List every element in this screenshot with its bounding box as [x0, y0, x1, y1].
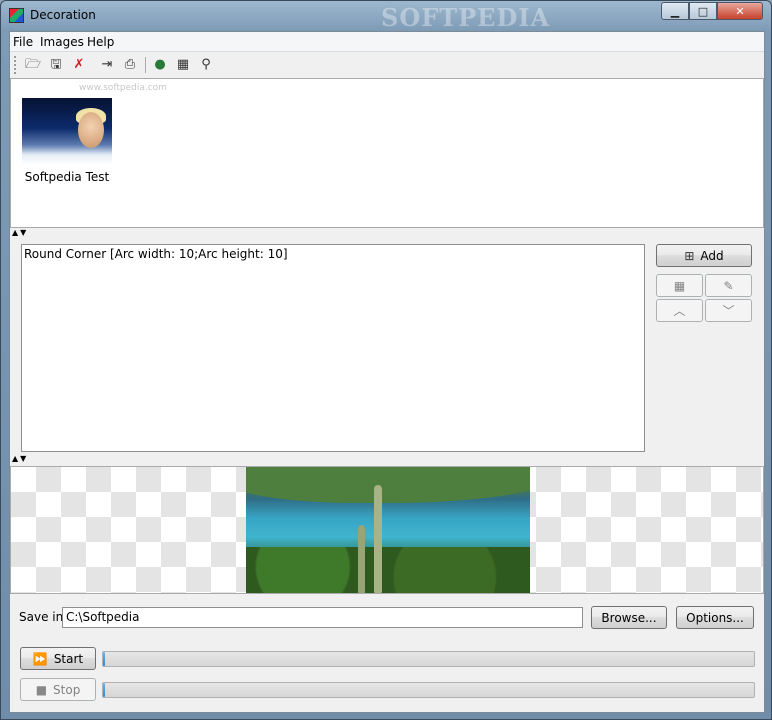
app-icon: [9, 8, 24, 23]
thumbnail-image[interactable]: [22, 98, 112, 165]
menu-file[interactable]: File: [13, 35, 33, 49]
add-icon: ⊞: [684, 248, 695, 263]
splitter-bottom[interactable]: ▲▼: [10, 454, 764, 466]
stop-button[interactable]: ■ Stop: [20, 678, 96, 701]
photo-hill: [246, 467, 530, 503]
thumbnail-panel: www.softpedia.com Softpedia Test: [10, 78, 764, 228]
title-bar[interactable]: Decoration SOFTPEDIA ▁ □ ✕: [1, 1, 771, 32]
decoration-list[interactable]: Round Corner [Arc width: 10;Arc height: …: [21, 244, 645, 452]
photo-trees: [246, 547, 530, 593]
image-preview: [10, 466, 764, 594]
thumbnail-face: [78, 112, 104, 148]
maximize-button[interactable]: □: [689, 2, 717, 20]
toolbar-grip[interactable]: [14, 56, 17, 74]
open-folder-icon[interactable]: 🗁: [24, 56, 42, 74]
thumbnail-label: Softpedia Test: [24, 170, 110, 184]
save-path-field[interactable]: C:\Softpedia: [62, 607, 583, 628]
start-button-label: Start: [53, 651, 84, 666]
toolbar: 🗁 🖫 ✗ ⇥ ⎙ ● ▦ ⚲: [10, 52, 764, 78]
stop-progress-fill: [103, 683, 105, 697]
options-button[interactable]: Options...: [676, 606, 754, 629]
save-icon[interactable]: 🖫: [47, 56, 65, 74]
start-button[interactable]: ⏩ Start: [20, 647, 96, 670]
stop-progress-bar: [102, 682, 755, 698]
remove-icon[interactable]: ✗: [70, 56, 88, 74]
edit-button[interactable]: ✎: [705, 274, 752, 297]
close-button[interactable]: ✕: [717, 2, 763, 20]
add-button-label: Add: [700, 248, 724, 263]
zoom-icon[interactable]: ⚲: [197, 56, 215, 74]
watermark-url: www.softpedia.com: [79, 83, 167, 93]
print-icon[interactable]: ⎙: [121, 56, 139, 74]
edit-grid-button[interactable]: ▦: [656, 274, 703, 297]
menu-help[interactable]: Help: [87, 35, 114, 49]
app-window: Decoration SOFTPEDIA ▁ □ ✕ File Images H…: [0, 0, 772, 720]
photo-cactus: [374, 485, 382, 593]
chevron-down-icon: ﹀: [722, 304, 735, 318]
stop-button-label: Stop: [53, 682, 81, 697]
splitter-top[interactable]: ▲▼: [10, 228, 764, 240]
menu-images[interactable]: Images: [40, 35, 84, 49]
client-area: File Images Help 🗁 🖫 ✗ ⇥ ⎙ ● ▦ ⚲ www.sof…: [9, 31, 765, 713]
start-progress-bar: [102, 651, 755, 667]
toolbar-separator: [145, 57, 146, 73]
chevron-up-icon: ︿: [673, 304, 686, 318]
stop-icon: ■: [35, 682, 48, 697]
info-icon[interactable]: ●: [151, 56, 169, 74]
browse-button[interactable]: Browse...: [591, 606, 667, 629]
watermark-text: SOFTPEDIA: [381, 3, 551, 32]
splitter-arrows-icon[interactable]: ▲▼: [12, 454, 28, 463]
window-title: Decoration: [30, 8, 96, 22]
save-in-label: Save in:: [19, 610, 68, 624]
minimize-button[interactable]: ▁: [661, 2, 689, 20]
add-button[interactable]: ⊞ Add: [656, 244, 752, 267]
move-down-button[interactable]: ﹀: [705, 299, 752, 322]
grid-icon: ▦: [673, 278, 686, 293]
edit-icon: ✎: [723, 278, 734, 293]
photo-cactus: [358, 525, 365, 593]
grid-icon[interactable]: ▦: [174, 56, 192, 74]
play-icon: ⏩: [32, 651, 48, 666]
start-progress-fill: [103, 652, 105, 666]
preview-photo: [246, 467, 530, 593]
move-up-button[interactable]: ︿: [656, 299, 703, 322]
list-item[interactable]: Round Corner [Arc width: 10;Arc height: …: [24, 247, 288, 261]
menu-bar: File Images Help: [10, 32, 764, 52]
export-icon[interactable]: ⇥: [98, 56, 116, 74]
splitter-arrows-icon[interactable]: ▲▼: [12, 228, 28, 237]
